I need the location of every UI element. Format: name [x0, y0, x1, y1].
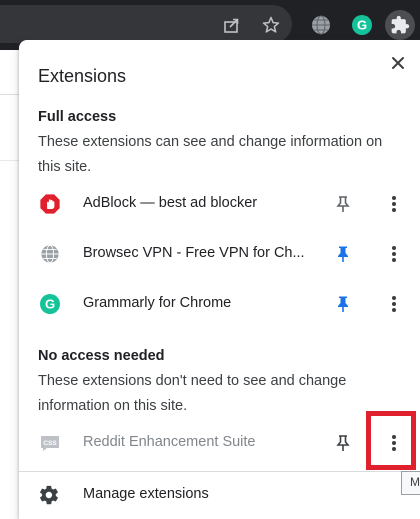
tooltip: M	[401, 471, 420, 495]
globe-icon	[38, 242, 62, 266]
page-divider	[0, 94, 20, 95]
svg-text:CSS: CSS	[43, 440, 57, 447]
pin-outline-icon	[336, 196, 350, 212]
highlight-annotation-box	[366, 411, 416, 470]
grammarly-icon: G	[38, 292, 62, 316]
address-bar[interactable]	[0, 5, 292, 43]
extensions-menu: Extensions Full access These extensions …	[19, 40, 420, 519]
extension-row-reddit-enhancement-suite[interactable]: CSS Reddit Enhancement Suite	[19, 421, 420, 465]
extension-row-grammarly[interactable]: G Grammarly for Chrome	[19, 282, 420, 326]
close-button[interactable]	[385, 50, 411, 76]
popup-title: Extensions	[38, 66, 127, 86]
page-divider	[0, 160, 20, 161]
manage-extensions-label: Manage extensions	[83, 486, 209, 502]
menu-divider	[19, 471, 420, 472]
full-access-heading: Full access	[38, 109, 117, 125]
browsec-toolbar-globe-icon[interactable]	[306, 10, 336, 40]
adblock-icon	[38, 192, 62, 216]
pin-button[interactable]	[331, 242, 355, 266]
close-icon	[392, 57, 404, 69]
pin-button[interactable]	[331, 192, 355, 216]
extension-name: AdBlock — best ad blocker	[83, 195, 258, 211]
more-actions-button[interactable]	[382, 292, 406, 316]
more-vert-icon	[392, 246, 396, 262]
more-actions-button[interactable]	[382, 242, 406, 266]
more-vert-icon	[392, 196, 396, 212]
bookmark-star-icon[interactable]	[256, 10, 286, 40]
pin-button[interactable]	[331, 292, 355, 316]
no-access-description: These extensions don't need to see and c…	[38, 373, 347, 414]
pin-button[interactable]	[331, 431, 355, 455]
share-icon[interactable]	[217, 10, 247, 40]
extension-row-browsec[interactable]: Browsec VPN - Free VPN for Ch...	[19, 232, 420, 276]
full-access-description: These extensions can see and change info…	[38, 134, 383, 175]
manage-extensions-button[interactable]: Manage extensions	[19, 473, 420, 517]
extension-name: Browsec VPN - Free VPN for Ch...	[83, 245, 305, 261]
css-icon: CSS	[38, 431, 62, 455]
more-vert-icon	[392, 296, 396, 312]
pin-filled-icon	[338, 296, 348, 312]
extensions-puzzle-icon[interactable]	[385, 10, 415, 40]
extension-name: Reddit Enhancement Suite	[83, 434, 256, 450]
extension-name: Grammarly for Chrome	[83, 295, 232, 311]
no-access-heading: No access needed	[38, 348, 165, 364]
gear-icon	[40, 485, 58, 505]
svg-text:G: G	[357, 18, 367, 33]
pin-filled-icon	[338, 246, 348, 262]
extension-row-adblock[interactable]: AdBlock — best ad blocker	[19, 182, 420, 226]
pin-outline-icon	[336, 435, 350, 451]
more-actions-button[interactable]	[382, 192, 406, 216]
grammarly-toolbar-icon[interactable]: G	[347, 10, 377, 40]
svg-text:G: G	[45, 297, 55, 312]
